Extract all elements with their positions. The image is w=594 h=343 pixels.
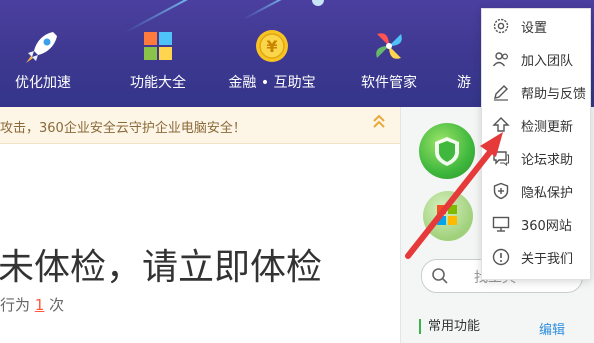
- nav-item-finance[interactable]: ¥ 金融 • 互助宝: [222, 26, 322, 92]
- users-icon: [492, 50, 510, 68]
- monitor-icon: [492, 215, 510, 233]
- menu-item-label: 论坛求助: [521, 153, 574, 168]
- upload-icon: [492, 116, 510, 134]
- menu-item-forum-help[interactable]: 论坛求助: [482, 143, 590, 173]
- gear-icon: [492, 17, 510, 35]
- notice-text: 攻击，360企业安全云守护企业电脑安全！: [0, 121, 246, 136]
- decorative-star: [312, 0, 324, 6]
- menu-item-label: 帮助与反馈: [521, 87, 587, 102]
- sub-suffix: 次: [49, 296, 65, 314]
- menu-item-privacy[interactable]: 隐私保护: [482, 176, 590, 206]
- security-notice-bar[interactable]: 攻击，360企业安全云守护企业电脑安全！: [0, 107, 400, 144]
- sub-count[interactable]: 1: [35, 296, 45, 314]
- chat-icon: [492, 149, 510, 167]
- edit-link[interactable]: 编辑: [539, 319, 565, 338]
- coin-icon: ¥: [252, 26, 292, 66]
- menu-item-label: 360网站: [521, 219, 572, 234]
- menu-item-settings[interactable]: 设置: [482, 11, 590, 41]
- menu-item-check-update[interactable]: 检测更新: [482, 110, 590, 140]
- nav-label: 优化加速: [15, 75, 71, 91]
- menu-item-label: 隐私保护: [521, 186, 574, 201]
- menu-item-help-feedback[interactable]: 帮助与反馈: [482, 77, 590, 107]
- rocket-icon: [23, 26, 63, 66]
- nav-label: 游: [457, 75, 471, 91]
- menu-item-label: 设置: [521, 21, 548, 36]
- nav-label: 功能大全: [130, 75, 186, 91]
- menu-item-label: 关于我们: [521, 252, 574, 267]
- nav-item-games[interactable]: 游: [444, 26, 484, 92]
- menu-item-about[interactable]: 关于我们: [482, 242, 590, 272]
- svg-text:¥: ¥: [266, 37, 277, 56]
- sub-prefix: 行为: [0, 296, 31, 314]
- search-icon: [431, 267, 449, 289]
- checkup-headline: 未体检，请立即体检: [0, 247, 323, 288]
- menu-item-join-team[interactable]: 加入团队: [482, 44, 590, 74]
- common-functions-label: 常用功能: [419, 319, 480, 334]
- checkup-subtext: 行为 1 次: [0, 294, 64, 315]
- shield-icon: [492, 182, 510, 200]
- info-icon: [492, 248, 510, 266]
- windows-icon[interactable]: [423, 191, 473, 241]
- nav-item-optimize[interactable]: 优化加速: [0, 26, 93, 92]
- decorative-streak: [243, 0, 297, 20]
- green-shield-icon[interactable]: [419, 123, 475, 179]
- main-menu-dropdown: 设置 加入团队 帮助与反馈 检测更新 论坛求助 隐私保护 360网站 关于我们: [481, 8, 591, 280]
- nav-item-features[interactable]: 功能大全: [108, 26, 208, 92]
- nav-item-software[interactable]: 软件管家: [339, 26, 439, 92]
- nav-label: 金融 • 互助宝: [228, 75, 316, 91]
- double-chevron-up-icon[interactable]: [372, 113, 386, 133]
- pencil-icon: [492, 83, 510, 101]
- grid-icon: [138, 26, 178, 66]
- menu-item-label: 检测更新: [521, 120, 574, 135]
- menu-item-label: 加入团队: [521, 54, 574, 69]
- nav-label: 软件管家: [361, 75, 417, 91]
- game-icon: [454, 26, 474, 66]
- pinwheel-icon: [369, 26, 409, 66]
- menu-item-website[interactable]: 360网站: [482, 209, 590, 239]
